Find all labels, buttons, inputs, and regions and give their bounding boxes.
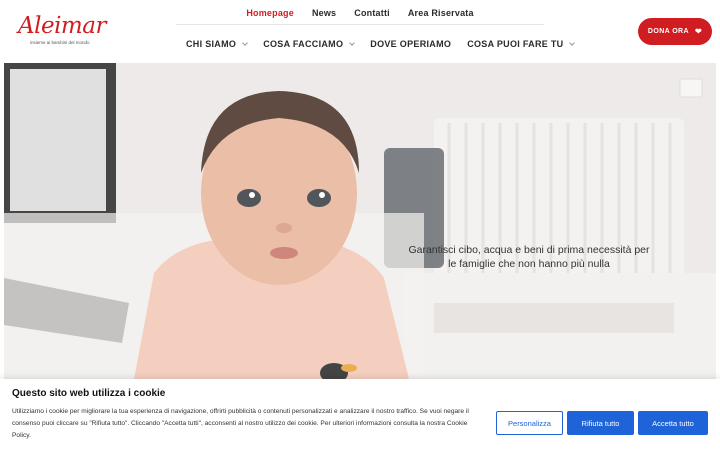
topnav-news[interactable]: News	[303, 0, 345, 24]
chevron-down-icon	[242, 39, 249, 46]
mainnav-chi-siamo[interactable]: CHI SIAMO	[186, 39, 249, 49]
aleimar-logo[interactable]: Aleimar insieme ai bambini del mondo	[18, 14, 108, 50]
mainnav-cosa-puoi-fare-tu[interactable]: COSA PUOI FARE TU	[467, 39, 576, 49]
mainnav-dove-operiamo[interactable]: DOVE OPERIAMO	[370, 39, 451, 49]
hero-overlay	[4, 63, 716, 379]
donate-button[interactable]: DONA ORA ❤	[638, 18, 712, 45]
hero-banner: Garantisci cibo, acqua e beni di prima n…	[4, 63, 716, 379]
topnav-homepage[interactable]: Homepage	[237, 0, 303, 24]
logo-wordmark: Aleimar	[18, 13, 106, 39]
main-navigation: CHI SIAMO COSA FACCIAMO DOVE OPERIAMO CO…	[186, 37, 590, 51]
topnav-area-riservata[interactable]: Area Riservata	[399, 0, 483, 24]
topnav-contatti[interactable]: Contatti	[345, 0, 399, 24]
mainnav-label: COSA FACCIAMO	[263, 39, 344, 49]
mainnav-label: DOVE OPERIAMO	[370, 39, 452, 49]
cookie-title: Questo sito web utilizza i cookie	[12, 388, 166, 399]
top-navigation: Homepage News Contatti Area Riservata	[176, 0, 544, 25]
chevron-down-icon	[349, 39, 356, 46]
customize-cookies-button[interactable]: Personalizza	[496, 411, 563, 435]
hero-caption: Garantisci cibo, acqua e beni di prima n…	[408, 244, 650, 270]
mainnav-cosa-facciamo[interactable]: COSA FACCIAMO	[263, 39, 356, 49]
heart-icon: ❤	[694, 27, 703, 36]
mainnav-label: COSA PUOI FARE TU	[467, 39, 564, 49]
chevron-down-icon	[569, 39, 576, 46]
cookie-description: Utilizziamo i cookie per migliorare la t…	[12, 408, 469, 439]
site-header: Aleimar insieme ai bambini del mondo Hom…	[0, 0, 720, 63]
logo-tagline: insieme ai bambini del mondo	[30, 40, 90, 45]
reject-all-button[interactable]: Rifiuta tutto	[567, 411, 634, 435]
cookie-consent-banner: Questo sito web utilizza i cookie Utiliz…	[0, 379, 720, 450]
accept-all-button[interactable]: Accetta tutto	[638, 411, 708, 435]
mainnav-label: CHI SIAMO	[186, 39, 237, 49]
donate-label: DONA ORA	[647, 28, 689, 35]
